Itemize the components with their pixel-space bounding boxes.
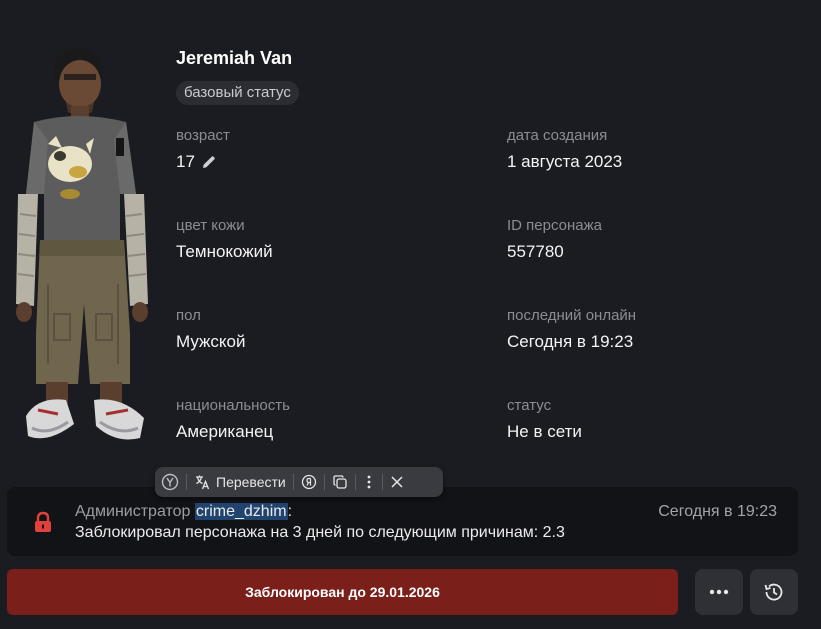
field-gender-value: Мужской — [176, 332, 246, 351]
status-badge: базовый статус — [176, 81, 299, 105]
close-icon — [391, 476, 403, 488]
yandex-logo-icon — [161, 473, 179, 491]
toolbar-divider — [381, 474, 383, 490]
moderation-log-entry: Администратор crime_dzhim: Заблокировал … — [7, 487, 798, 556]
lock-icon — [35, 511, 51, 532]
toolbar-divider — [292, 474, 294, 490]
character-name: Jeremiah Van — [176, 48, 293, 68]
toolbar-divider — [323, 474, 325, 490]
field-gender-label: пол — [176, 307, 201, 324]
translate-icon — [196, 475, 210, 490]
field-created-value: 1 августа 2023 — [507, 152, 623, 171]
yandex-logo-button[interactable] — [161, 467, 179, 497]
banned-until-button[interactable]: Заблокирован до 29.01.2026 — [7, 569, 678, 615]
log-time: Сегодня в 19:23 — [658, 503, 777, 520]
more-vertical-button[interactable] — [363, 467, 375, 497]
field-nationality: национальность Американец — [176, 397, 290, 442]
history-button[interactable] — [750, 569, 798, 615]
field-status: статус Не в сети — [507, 397, 582, 442]
field-nationality-value: Американец — [176, 422, 274, 441]
field-last-online: последний онлайн Сегодня в 19:23 — [507, 307, 636, 352]
close-button[interactable] — [390, 467, 404, 497]
translate-label: Перевести — [216, 474, 286, 490]
field-status-value: Не в сети — [507, 422, 582, 441]
log-prefix: Администратор — [75, 503, 191, 520]
log-colon: : — [287, 503, 293, 520]
field-id: ID персонажа 557780 — [507, 217, 602, 262]
yandex-search-button[interactable] — [301, 467, 317, 497]
edit-pencil-icon[interactable] — [201, 154, 217, 170]
more-vertical-icon — [367, 475, 371, 489]
toolbar-divider — [186, 474, 187, 490]
history-icon — [764, 583, 783, 601]
field-skin-label: цвет кожи — [176, 217, 245, 234]
more-horizontal-icon — [709, 589, 729, 595]
yandex-search-icon — [301, 474, 316, 490]
character-profile: { "character": { "name": "Jeremiah Van",… — [0, 0, 821, 629]
field-age-label: возраст — [176, 127, 230, 144]
field-last-online-value: Сегодня в 19:23 — [507, 332, 634, 351]
field-age: возраст 17 — [176, 127, 230, 172]
field-age-value: 17 — [176, 152, 195, 171]
field-last-online-label: последний онлайн — [507, 307, 637, 324]
field-created-label: дата создания — [507, 127, 608, 144]
field-status-label: статус — [507, 397, 552, 414]
translate-button[interactable]: Перевести — [194, 467, 286, 497]
log-admin-user[interactable]: crime_dzhim — [194, 503, 288, 520]
field-nationality-label: национальность — [176, 397, 290, 414]
more-options-button[interactable] — [695, 569, 743, 615]
copy-icon — [333, 475, 347, 489]
field-skin: цвет кожи Темнокожий — [176, 217, 273, 262]
toolbar-divider — [354, 474, 356, 490]
translate-toolbar: Перевести — [155, 467, 443, 497]
field-id-value: 557780 — [507, 242, 564, 261]
field-gender: пол Мужской — [176, 307, 246, 352]
copy-button[interactable] — [332, 467, 348, 497]
log-message: Заблокировал персонажа на 3 дней по след… — [75, 524, 565, 541]
field-skin-value: Темнокожий — [176, 242, 273, 261]
character-avatar — [16, 48, 148, 440]
field-id-label: ID персонажа — [507, 217, 602, 234]
log-author-line: Администратор crime_dzhim: — [75, 503, 292, 521]
field-created: дата создания 1 августа 2023 — [507, 127, 622, 172]
